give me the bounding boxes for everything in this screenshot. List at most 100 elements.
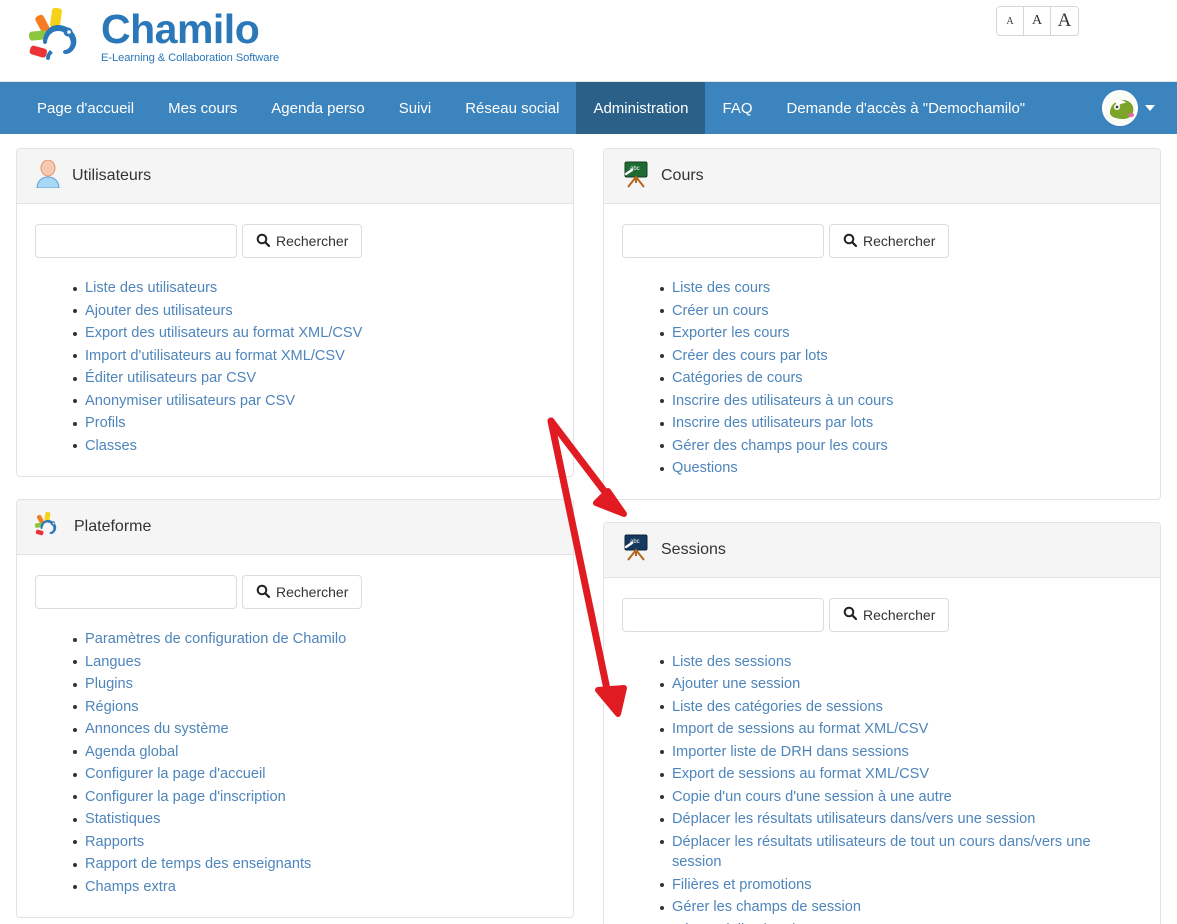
panel-sessions-header: abc Sessions [604, 523, 1160, 578]
list-item: Gérer les champs de session [660, 897, 1142, 918]
nav-item-administration[interactable]: Administration [576, 82, 705, 134]
link-inscrire-utilisateurs-a-un-cours[interactable]: Inscrire des utilisateurs à un cours [672, 393, 893, 409]
link-ajouter-des-utilisateurs[interactable]: Ajouter des utilisateurs [85, 303, 233, 319]
link-parametres-configuration-chamilo[interactable]: Paramètres de configuration de Chamilo [85, 631, 346, 647]
panel-grid: Utilisateurs Rechercher [16, 148, 1161, 924]
platform-search-input[interactable] [35, 575, 237, 609]
panel-utilisateurs-header: Utilisateurs [17, 149, 573, 204]
link-export-sessions-xml-csv[interactable]: Export de sessions au format XML/CSV [672, 766, 929, 782]
link-statistiques[interactable]: Statistiques [85, 811, 160, 827]
courses-link-list: Liste des cours Créer un cours Exporter … [622, 278, 1142, 479]
list-item: Liste des utilisateurs [73, 278, 555, 299]
link-categories-de-cours[interactable]: Catégories de cours [672, 370, 803, 386]
platform-search-button[interactable]: Rechercher [242, 575, 362, 609]
link-editer-utilisateurs-csv[interactable]: Éditer utilisateurs par CSV [85, 370, 256, 386]
link-creer-un-cours[interactable]: Créer un cours [672, 303, 769, 319]
link-deplacer-resultats-utilisateurs-session[interactable]: Déplacer les résultats utilisateurs dans… [672, 811, 1035, 827]
list-item: Copie d'un cours d'une session à une aut… [660, 787, 1142, 808]
link-liste-des-sessions[interactable]: Liste des sessions [672, 654, 791, 670]
panel-utilisateurs-title: Utilisateurs [72, 167, 151, 185]
list-item: Liste des cours [660, 278, 1142, 299]
link-regions[interactable]: Régions [85, 699, 139, 715]
list-item: Liste des sessions [660, 652, 1142, 673]
link-liste-categories-de-sessions[interactable]: Liste des catégories de sessions [672, 699, 883, 715]
user-menu[interactable] [1102, 82, 1155, 134]
list-item: Export de sessions au format XML/CSV [660, 764, 1142, 785]
link-deplacer-resultats-utilisateurs-cours-session[interactable]: Déplacer les résultats utilisateurs de t… [672, 834, 1091, 871]
link-profils[interactable]: Profils [85, 415, 126, 431]
avatar[interactable] [1102, 90, 1138, 126]
font-size-large-button[interactable]: A [1051, 7, 1078, 35]
courses-search-row: Rechercher [622, 224, 1142, 258]
list-item: Catégories de cours [660, 368, 1142, 389]
link-rapports[interactable]: Rapports [85, 834, 144, 850]
search-icon [843, 233, 857, 250]
nav-item-mes-cours[interactable]: Mes cours [151, 82, 254, 134]
link-champs-extra[interactable]: Champs extra [85, 879, 176, 895]
nav-item-agenda-perso[interactable]: Agenda perso [254, 82, 381, 134]
link-anonymiser-utilisateurs-csv[interactable]: Anonymiser utilisateurs par CSV [85, 393, 295, 409]
list-item: Paramètres de configuration de Chamilo [73, 629, 555, 650]
link-filieres-et-promotions[interactable]: Filières et promotions [672, 877, 812, 893]
list-item: Statistiques [73, 809, 555, 830]
link-questions[interactable]: Questions [672, 460, 738, 476]
nav-item-suivi[interactable]: Suivi [382, 82, 449, 134]
list-item: Déplacer les résultats utilisateurs dans… [660, 809, 1142, 830]
search-icon [256, 584, 270, 601]
main-navigation: Page d'accueil Mes cours Agenda perso Su… [0, 82, 1177, 134]
panel-cours-body: Rechercher Liste des cours Créer un cour… [604, 204, 1160, 499]
nav-item-demande-dacces[interactable]: Demande d'accès à "Demochamilo" [770, 82, 1043, 134]
list-item: Ajouter une session [660, 674, 1142, 695]
panel-sessions-title: Sessions [661, 541, 726, 559]
left-column: Utilisateurs Rechercher [16, 148, 574, 924]
users-search-button[interactable]: Rechercher [242, 224, 362, 258]
link-configurer-page-dinscription[interactable]: Configurer la page d'inscription [85, 789, 286, 805]
link-importer-liste-drh-dans-sessions[interactable]: Importer liste de DRH dans sessions [672, 744, 909, 760]
link-liste-des-utilisateurs[interactable]: Liste des utilisateurs [85, 280, 217, 296]
panel-utilisateurs: Utilisateurs Rechercher [16, 148, 574, 477]
link-gerer-les-champs-de-session[interactable]: Gérer les champs de session [672, 899, 861, 915]
link-gerer-champs-pour-les-cours[interactable]: Gérer des champs pour les cours [672, 438, 888, 454]
sessions-search-button[interactable]: Rechercher [829, 598, 949, 632]
admin-dashboard: Utilisateurs Rechercher [0, 134, 1177, 924]
link-ajouter-une-session[interactable]: Ajouter une session [672, 676, 800, 692]
list-item: Rapport de temps des enseignants [73, 854, 555, 875]
panel-plateforme-body: Rechercher Paramètres de configuration d… [17, 555, 573, 917]
list-item: Configurer la page d'inscription [73, 787, 555, 808]
font-size-medium-button[interactable]: A [1024, 7, 1051, 35]
link-inscrire-utilisateurs-par-lots[interactable]: Inscrire des utilisateurs par lots [672, 415, 873, 431]
chamilo-logo[interactable]: Chamilo E-Learning & Collaboration Softw… [28, 6, 279, 68]
courses-search-input[interactable] [622, 224, 824, 258]
link-import-sessions-xml-csv[interactable]: Import de sessions au format XML/CSV [672, 721, 928, 737]
list-item: Déplacer les résultats utilisateurs de t… [660, 832, 1142, 873]
link-agenda-global[interactable]: Agenda global [85, 744, 178, 760]
nav-item-faq[interactable]: FAQ [705, 82, 769, 134]
search-icon [843, 606, 857, 623]
link-export-utilisateurs-xml-csv[interactable]: Export des utilisateurs au format XML/CS… [85, 325, 362, 341]
nav-item-page-daccueil[interactable]: Page d'accueil [20, 82, 151, 134]
sessions-search-button-label: Rechercher [863, 607, 935, 623]
link-langues[interactable]: Langues [85, 654, 141, 670]
users-search-button-label: Rechercher [276, 233, 348, 249]
link-classes[interactable]: Classes [85, 438, 137, 454]
link-creer-cours-par-lots[interactable]: Créer des cours par lots [672, 348, 828, 364]
courses-search-button-label: Rechercher [863, 233, 935, 249]
courses-search-button[interactable]: Rechercher [829, 224, 949, 258]
link-annonces-du-systeme[interactable]: Annonces du système [85, 721, 229, 737]
link-liste-des-cours[interactable]: Liste des cours [672, 280, 770, 296]
list-item: Importer liste de DRH dans sessions [660, 742, 1142, 763]
link-import-utilisateurs-xml-csv[interactable]: Import d'utilisateurs au format XML/CSV [85, 348, 345, 364]
link-plugins[interactable]: Plugins [85, 676, 133, 692]
link-rapport-temps-enseignants[interactable]: Rapport de temps des enseignants [85, 856, 311, 872]
users-search-input[interactable] [35, 224, 237, 258]
nav-item-reseau-social[interactable]: Réseau social [448, 82, 576, 134]
link-exporter-les-cours[interactable]: Exporter les cours [672, 325, 790, 341]
chevron-down-icon[interactable] [1145, 105, 1155, 111]
list-item: Ajouter des utilisateurs [73, 301, 555, 322]
link-copie-cours-dune-session-a-une-autre[interactable]: Copie d'un cours d'une session à une aut… [672, 789, 952, 805]
list-item: Inscrire des utilisateurs à un cours [660, 391, 1142, 412]
font-size-small-button[interactable]: A [997, 7, 1024, 35]
link-configurer-page-daccueil[interactable]: Configurer la page d'accueil [85, 766, 265, 782]
sessions-search-input[interactable] [622, 598, 824, 632]
panel-plateforme-title: Plateforme [74, 518, 151, 536]
